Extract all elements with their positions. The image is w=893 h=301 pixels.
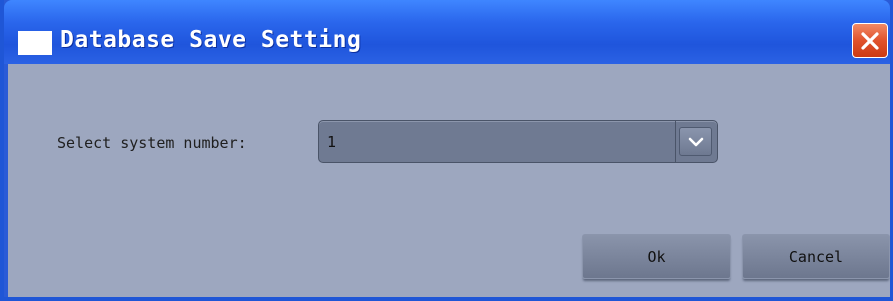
system-number-value: 1	[327, 133, 337, 151]
system-number-dropdown[interactable]: 1	[318, 120, 718, 163]
dropdown-arrow-button[interactable]	[679, 127, 712, 156]
window-title: Database Save Setting	[60, 27, 362, 53]
close-icon	[861, 31, 879, 50]
cancel-button[interactable]: Cancel	[742, 234, 890, 279]
system-number-label: Select system number:	[57, 134, 247, 152]
close-button[interactable]	[852, 23, 888, 58]
chevron-down-icon	[688, 137, 703, 146]
ok-button[interactable]: Ok	[582, 234, 731, 279]
title-bar[interactable]: Database Save Setting	[4, 0, 890, 64]
dialog-window: Database Save Setting Select system numb…	[0, 0, 893, 301]
window-icon	[18, 31, 52, 55]
dropdown-divider	[675, 121, 676, 162]
dialog-body: Select system number: 1 Ok Cancel	[8, 64, 890, 297]
